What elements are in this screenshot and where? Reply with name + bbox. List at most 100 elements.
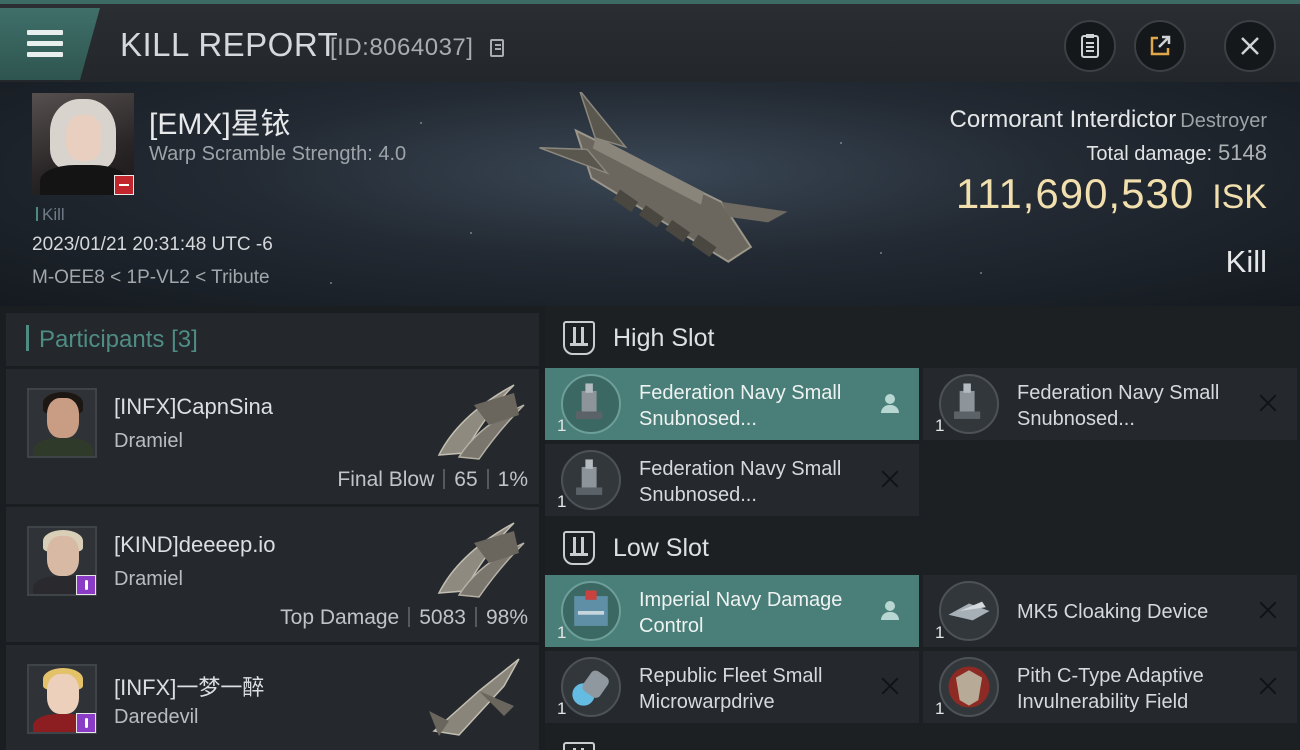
participant-stats: Final Blow 65 1% xyxy=(337,468,528,492)
participant-percent: 1% xyxy=(497,468,528,491)
participants-header: Participants [3] xyxy=(6,313,539,366)
high-slot-icon xyxy=(563,321,595,355)
participant-stats: Top Damage 5083 98% xyxy=(280,606,528,630)
close-icon xyxy=(1241,37,1259,55)
hamburger-icon xyxy=(27,30,63,58)
module-quantity: 1 xyxy=(935,416,945,435)
microwarpdrive-icon xyxy=(561,657,621,717)
warp-scramble-strength: Warp Scramble Strength: 4.0 xyxy=(149,143,407,165)
participant-row[interactable]: [INFX]CapnSina Dramiel Final Blow 65 1% xyxy=(6,369,539,504)
participant-damage: 5083 xyxy=(419,606,466,629)
module-item[interactable]: 1 Federation Navy Small Snubnosed... xyxy=(923,368,1297,440)
module-name: Imperial Navy Damage Control xyxy=(639,589,843,637)
high-slot-label: High Slot xyxy=(613,324,715,352)
isk-unit: ISK xyxy=(1212,178,1267,216)
total-damage-value: 5148 xyxy=(1218,140,1267,165)
participant-ship-image xyxy=(437,384,525,460)
ship-name-text: Cormorant Interdictor xyxy=(949,106,1177,133)
participant-name: [INFX]CapnSina xyxy=(114,394,273,419)
total-damage-label: Total damage: xyxy=(1086,143,1213,165)
female-icon xyxy=(76,713,96,733)
isk-value: 111,690,530 xyxy=(955,170,1195,217)
module-name: Federation Navy Small Snubnosed... xyxy=(1017,382,1220,430)
fitting-panel: High Slot 1 Federation Navy Small Snubno… xyxy=(545,306,1300,750)
menu-button[interactable] xyxy=(0,8,100,80)
module-item[interactable]: 1 Imperial Navy Damage Control xyxy=(545,575,919,647)
report-id: [ID:8064037] xyxy=(330,34,474,61)
mid-slot-icon xyxy=(563,742,595,750)
destroyed-icon xyxy=(879,675,901,697)
destroyed-icon xyxy=(1257,392,1279,414)
victim-ship-name[interactable]: Cormorant Interdictor Destroyer xyxy=(950,106,1267,134)
participant-ship-image xyxy=(429,658,520,736)
damage-control-icon xyxy=(561,581,621,641)
participant-percent: 98% xyxy=(485,606,528,629)
module-quantity: 1 xyxy=(557,623,567,642)
isk-value-row: 111,690,530 ISK xyxy=(956,170,1267,218)
victim-name[interactable]: [EMX]星铱 xyxy=(149,99,291,143)
module-quantity: 1 xyxy=(935,699,945,718)
module-item[interactable]: 1 Republic Fleet Small Microwarpdrive xyxy=(545,651,919,723)
low-slot-label: Low Slot xyxy=(613,534,709,562)
kill-location: M-OEE8 < 1P-VL2 < Tribute xyxy=(32,267,270,288)
module-name: Federation Navy Small Snubnosed... xyxy=(639,458,842,506)
participant-role: Final Blow xyxy=(337,468,435,491)
dropped-by-user-icon xyxy=(879,599,901,621)
participant-role: Top Damage xyxy=(280,606,400,629)
security-status-badge xyxy=(114,175,134,195)
participants-panel: Participants [3] [INFX]CapnSina Dramiel … xyxy=(6,313,539,750)
participant-ship-image xyxy=(437,522,525,598)
destroyed-icon xyxy=(1257,599,1279,621)
participants-count: [3] xyxy=(171,326,198,353)
participant-name: [INFX]一梦一醉 xyxy=(114,675,265,700)
close-button[interactable] xyxy=(1224,20,1276,72)
module-name: Pith C-Type Adaptive Invulnerability Fie… xyxy=(1017,665,1204,713)
cloaking-device-icon xyxy=(939,581,999,641)
victim-ship-image xyxy=(539,92,788,263)
module-name: Federation Navy Small Snubnosed... xyxy=(639,382,842,430)
victim-summary: [EMX]星铱 Warp Scramble Strength: 4.0 Kill… xyxy=(0,82,1300,306)
module-item[interactable]: 1 Federation Navy Small Snubnosed... xyxy=(545,368,919,440)
participants-label: Participants xyxy=(39,326,165,353)
dropped-by-user-icon xyxy=(879,392,901,414)
module-quantity: 1 xyxy=(557,492,567,511)
page-title: KILL REPORT xyxy=(120,26,339,63)
kill-tag: Kill xyxy=(36,205,65,225)
participant-ship: Dramiel xyxy=(114,430,183,452)
low-slot-icon xyxy=(563,531,595,565)
module-quantity: 1 xyxy=(935,623,945,642)
module-item[interactable]: 1 Pith C-Type Adaptive Invulnerability F… xyxy=(923,651,1297,723)
blaster-module-icon xyxy=(561,374,621,434)
blaster-module-icon xyxy=(939,374,999,434)
module-name: MK5 Cloaking Device xyxy=(1017,601,1209,623)
clipboard-button[interactable] xyxy=(1064,20,1116,72)
participant-ship: Daredevil xyxy=(114,706,199,728)
participant-row[interactable]: [INFX]一梦一醉 Daredevil xyxy=(6,645,539,750)
share-icon xyxy=(1150,35,1171,56)
module-name: Republic Fleet Small Microwarpdrive xyxy=(639,665,823,713)
kill-timestamp: 2023/01/21 20:31:48 UTC -6 xyxy=(32,234,273,255)
module-item[interactable]: 1 MK5 Cloaking Device xyxy=(923,575,1297,647)
kill-result: Kill xyxy=(1225,244,1267,279)
participant-avatar[interactable] xyxy=(27,388,97,458)
share-button[interactable] xyxy=(1134,20,1186,72)
module-item[interactable]: 1 Federation Navy Small Snubnosed... xyxy=(545,444,919,516)
blaster-module-icon xyxy=(561,450,621,510)
module-quantity: 1 xyxy=(557,416,567,435)
clipboard-icon xyxy=(1081,34,1099,58)
module-quantity: 1 xyxy=(557,699,567,718)
ship-class-text: Destroyer xyxy=(1180,110,1267,132)
mid-slot-header xyxy=(545,727,1300,750)
destroyed-icon xyxy=(1257,675,1279,697)
participant-name: [KIND]deeeep.io xyxy=(114,532,276,557)
low-slot-header: Low Slot xyxy=(545,516,1300,578)
participant-damage: 65 xyxy=(454,468,478,491)
high-slot-header: High Slot xyxy=(545,306,1300,368)
shield-module-icon xyxy=(939,657,999,717)
top-bar: KILL REPORT [ID:8064037] xyxy=(0,0,1300,82)
participant-ship: Dramiel xyxy=(114,568,183,590)
copy-icon[interactable] xyxy=(490,39,504,57)
total-damage: Total damage: 5148 xyxy=(1086,140,1267,166)
female-icon xyxy=(76,575,96,595)
participant-row[interactable]: [KIND]deeeep.io Dramiel Top Damage 5083 98… xyxy=(6,507,539,642)
